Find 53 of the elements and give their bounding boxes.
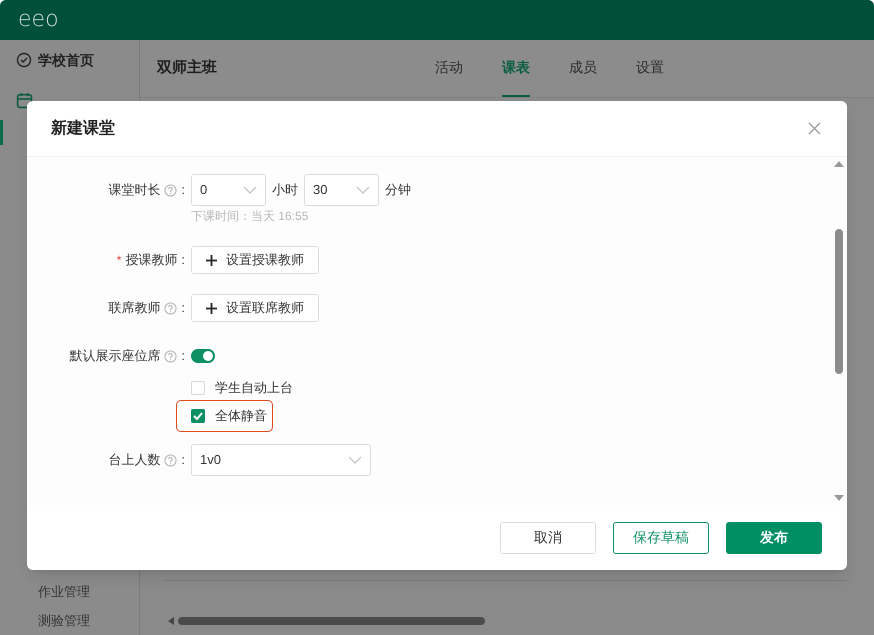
help-icon[interactable] [164,350,178,362]
class-title: 双师主班 [157,58,218,78]
field-label: 默认展示座位席 [69,347,160,366]
cancel-button[interactable]: 取消 [500,522,596,554]
select-field[interactable]: 0 [191,174,266,206]
vertical-scrollbar[interactable] [835,229,843,374]
scroll-up-icon[interactable] [834,161,844,167]
label-colon: : [181,299,185,318]
label-colon: : [181,181,185,200]
field-label: 授课教师 [125,251,178,270]
checkbox-option[interactable]: 学生自动上台 [191,378,293,398]
sidebar-item[interactable]: 学校首页 [0,40,139,80]
required-mark: * [116,252,122,269]
clock-icon [16,52,32,68]
label-colon: : [181,451,185,470]
toggle-switch[interactable] [191,349,215,363]
add-button[interactable]: 设置授课教师 [191,246,319,274]
page-tab[interactable]: 成员 [569,40,597,97]
checkbox[interactable] [191,381,205,395]
label-colon: : [181,251,185,270]
publish-button[interactable]: 发布 [726,522,822,554]
unit-text: 小时 [272,181,298,200]
horizontal-scrollbar[interactable] [178,617,485,625]
checkbox-option[interactable]: 全体静音 [191,406,267,426]
help-icon[interactable] [164,454,178,466]
chevron-down-icon [356,186,370,194]
page-tab[interactable]: 设置 [636,40,664,97]
close-icon[interactable] [808,122,821,135]
help-icon[interactable] [164,302,178,314]
chevron-down-icon [243,186,257,194]
app-logo[interactable]: eeo [18,9,59,31]
scroll-down-icon[interactable] [834,495,844,501]
sidebar-item[interactable]: 作业管理 [0,577,139,606]
label-colon: : [181,347,185,366]
page-tab[interactable]: 活动 [435,40,463,97]
select-field[interactable]: 1v0 [191,444,371,476]
plus-icon [206,302,217,314]
hint-text: 下课时间：当天 16:55 [191,208,310,225]
select-field[interactable]: 30 [304,174,379,206]
draft-button[interactable]: 保存草稿 [613,522,709,554]
plus-icon [206,254,217,266]
field-label: 联席教师 [108,299,160,318]
help-icon[interactable] [164,184,178,196]
calendar-icon [16,92,33,108]
chevron-down-icon [348,456,362,464]
checkbox-checked[interactable] [191,409,205,423]
add-button[interactable]: 设置联席教师 [191,294,319,322]
field-label: 课堂时长 [108,181,160,200]
scroll-left-icon[interactable] [168,617,174,625]
dialog-title: 新建课堂 [51,118,115,138]
sidebar-item[interactable]: 测验管理 [0,606,139,635]
unit-text: 分钟 [385,181,411,200]
field-label: 台上人数 [108,451,160,470]
